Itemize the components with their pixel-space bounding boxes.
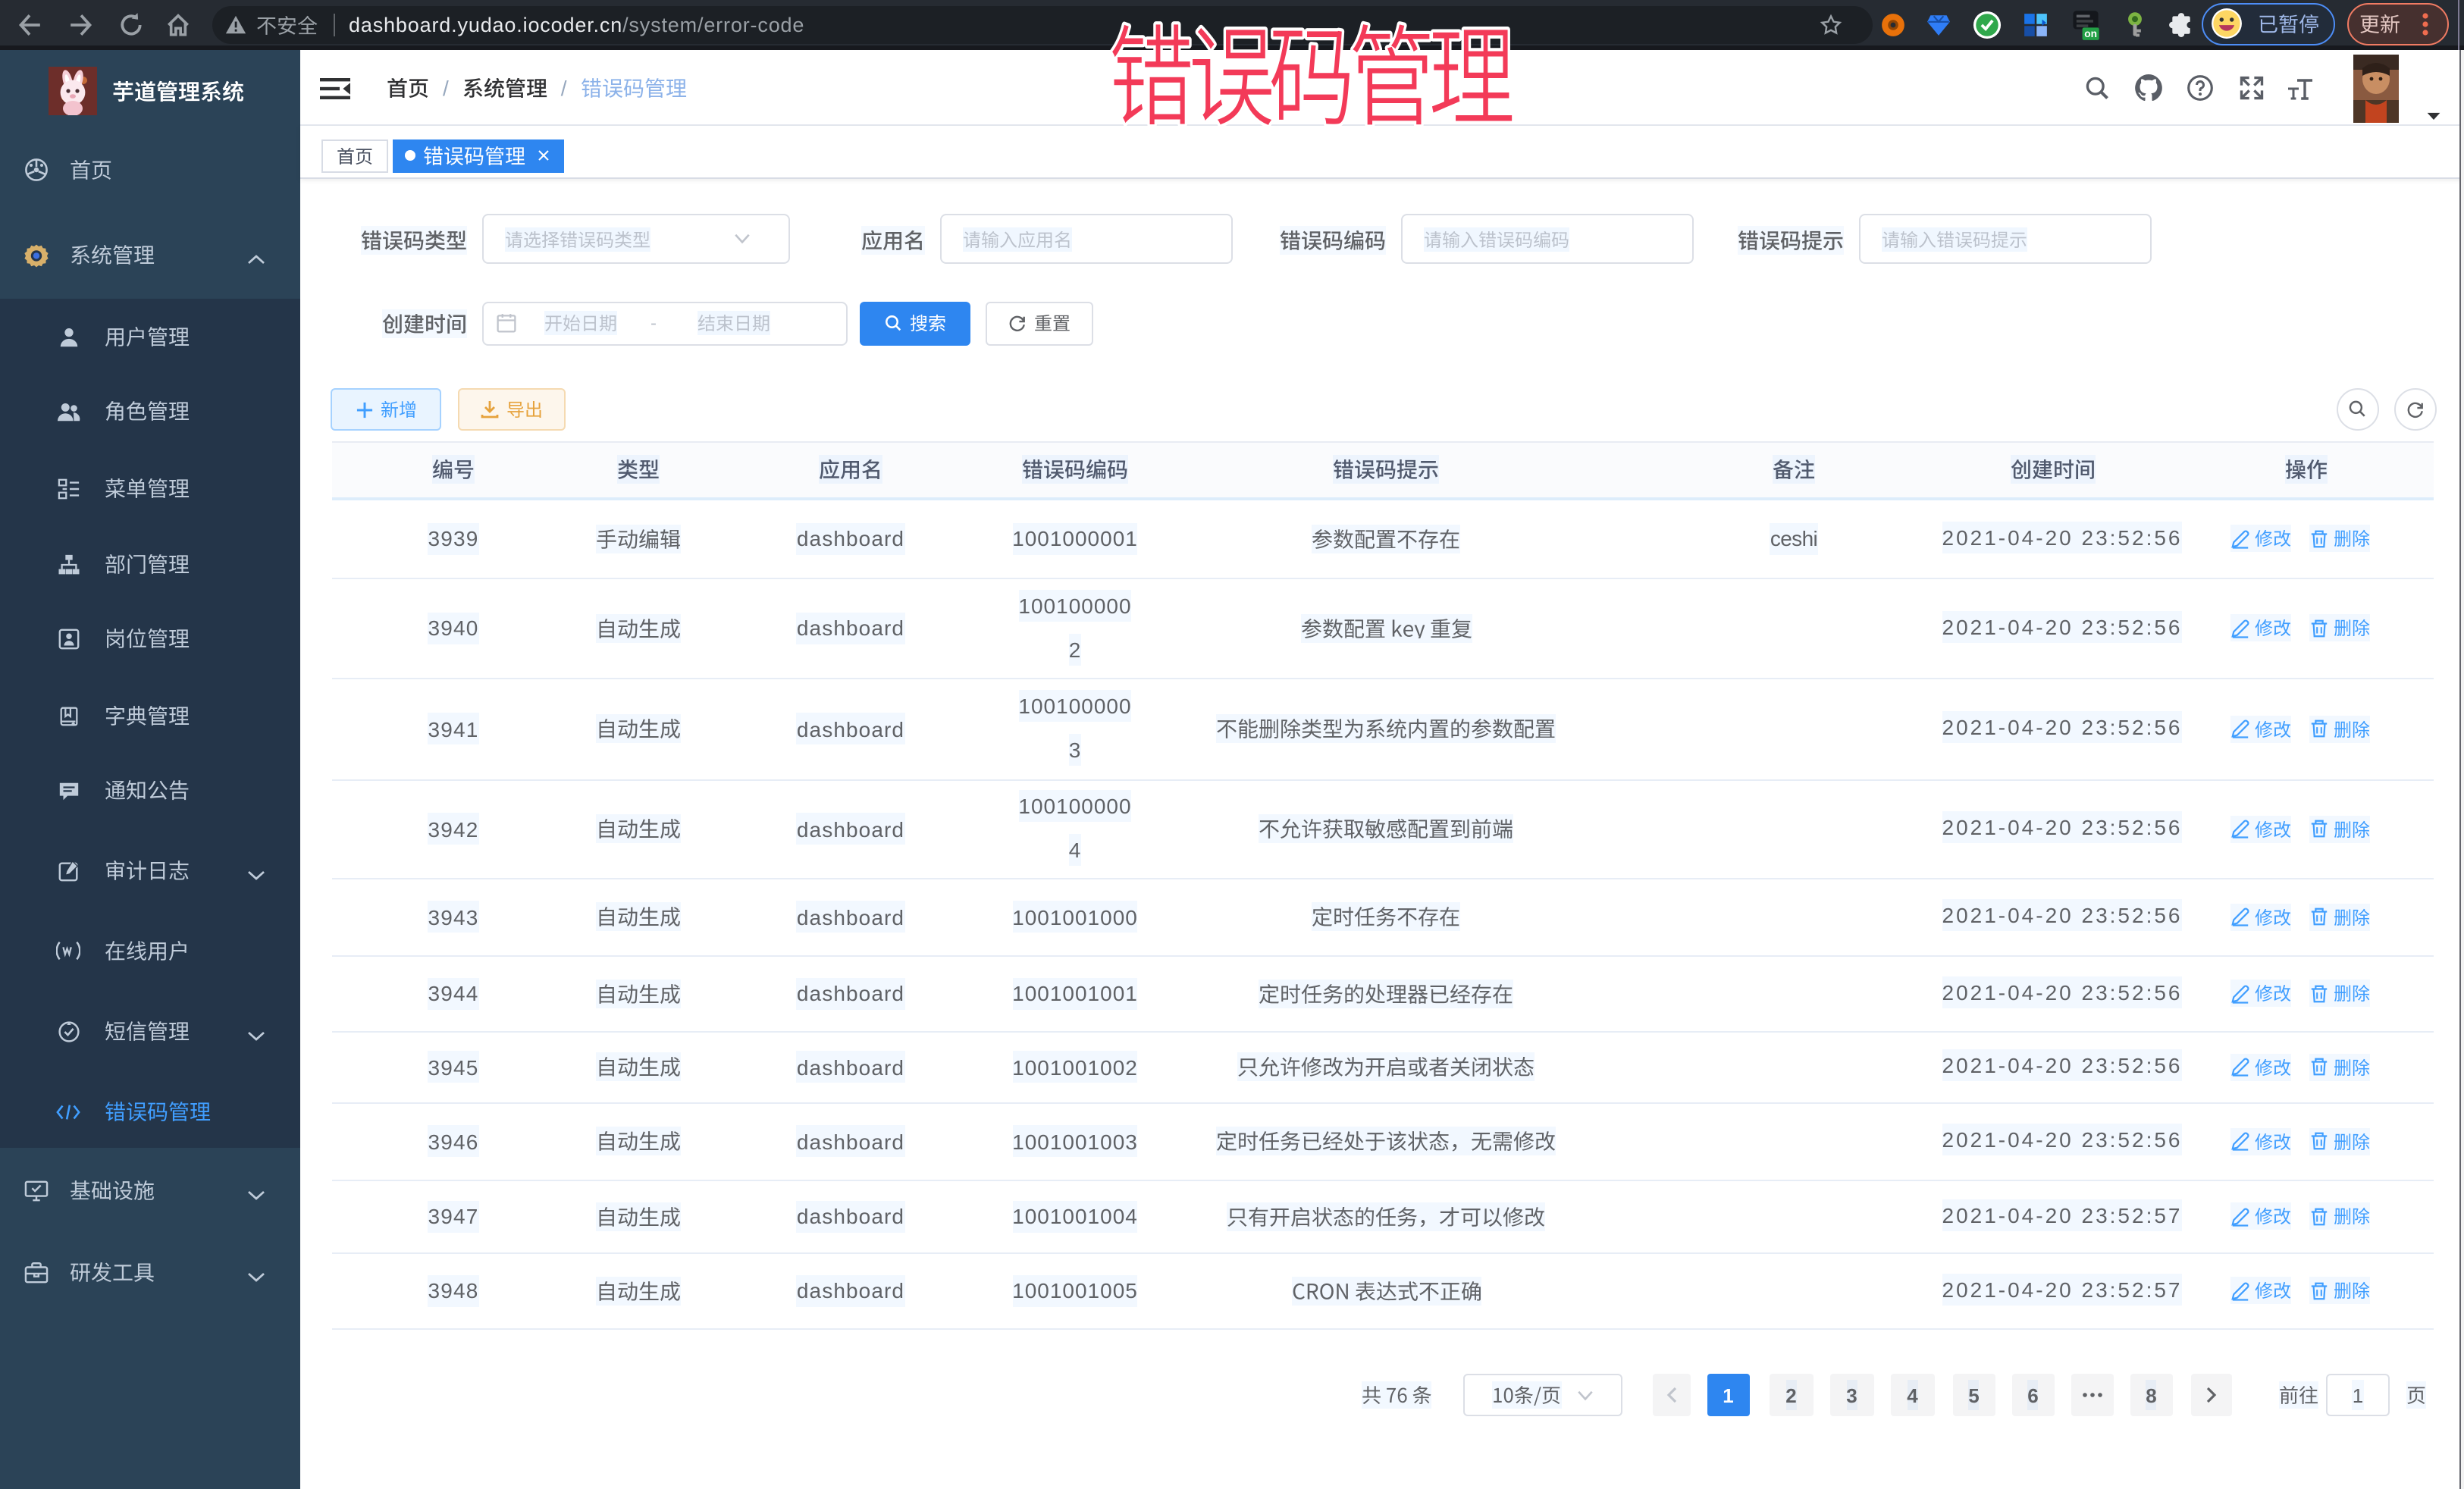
svg-text:on: on (2084, 28, 2097, 39)
